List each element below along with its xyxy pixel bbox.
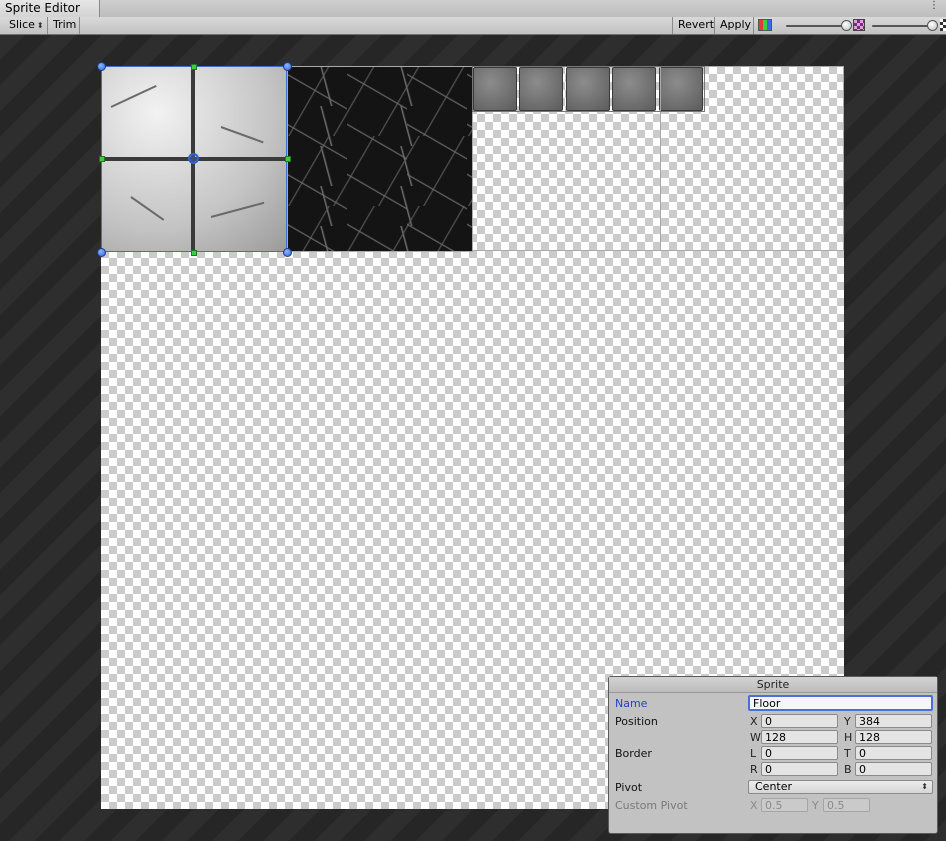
window-menu-icon[interactable]: ⋮ (928, 1, 940, 13)
custom-pivot-x-field (761, 798, 808, 812)
width-field[interactable] (761, 730, 838, 744)
r-axis-label: R (750, 763, 758, 776)
height-field[interactable] (855, 730, 932, 744)
mip-level-icon (853, 19, 865, 31)
border-top-field[interactable] (855, 746, 932, 760)
corner-handle[interactable] (283, 62, 292, 71)
custom-pivot-y-field (823, 798, 870, 812)
revert-button[interactable]: Revert (672, 17, 715, 34)
pivot-label: Pivot (615, 781, 643, 794)
cp-x-axis-label: X (750, 799, 758, 812)
sprite-small-tile[interactable] (473, 67, 517, 111)
sprite-small-tile[interactable] (659, 67, 703, 111)
name-field[interactable] (748, 695, 933, 711)
pivot-dropdown[interactable]: Center ⬍ (748, 780, 933, 794)
window-tab-sprite-editor[interactable]: Sprite Editor (0, 0, 100, 17)
name-label: Name (615, 697, 648, 710)
border-label: Border (615, 747, 652, 760)
pivot-value: Center (755, 780, 793, 793)
slice-dropdown[interactable]: Slice ⬍ (4, 17, 48, 34)
corner-handle[interactable] (97, 62, 106, 71)
x-axis-label: X (750, 715, 758, 728)
updown-arrows-icon: ⬍ (921, 782, 928, 791)
zoom-slider-track[interactable] (786, 25, 848, 27)
panel-title: Sprite (609, 677, 937, 693)
mip-slider-thumb[interactable] (926, 20, 938, 31)
position-y-field[interactable] (855, 714, 932, 728)
trim-button[interactable]: Trim (48, 17, 80, 34)
updown-arrows-icon: ⬍ (36, 21, 44, 30)
rgb-channel-toggle-icon[interactable] (758, 19, 772, 31)
corner-handle[interactable] (97, 248, 106, 257)
position-x-field[interactable] (761, 714, 838, 728)
toolbar: Slice ⬍ Trim Revert Apply (0, 17, 946, 35)
custom-pivot-label: Custom Pivot (615, 799, 688, 812)
mip-slider-track[interactable] (872, 25, 934, 27)
t-axis-label: T (844, 747, 851, 760)
alpha-toggle-icon[interactable] (940, 19, 946, 31)
h-axis-label: H (844, 731, 853, 744)
edge-handle[interactable] (99, 156, 105, 162)
sprite-inspector-panel: Sprite Name Position X Y W H Border L T … (608, 676, 938, 834)
w-axis-label: W (750, 731, 761, 744)
edge-handle[interactable] (191, 250, 197, 256)
y-axis-label: Y (844, 715, 851, 728)
l-axis-label: L (750, 747, 757, 760)
sprite-small-tile[interactable] (519, 67, 563, 111)
pivot-handle[interactable] (188, 153, 199, 164)
edge-handle[interactable] (285, 156, 291, 162)
b-axis-label: B (844, 763, 852, 776)
border-bottom-field[interactable] (855, 762, 932, 776)
position-label: Position (615, 715, 658, 728)
apply-button[interactable]: Apply (715, 17, 754, 34)
border-right-field[interactable] (761, 762, 838, 776)
cp-y-axis-label: Y (812, 799, 819, 812)
border-left-field[interactable] (761, 746, 838, 760)
corner-handle[interactable] (283, 248, 292, 257)
sprite-dark-marble-tile[interactable] (287, 66, 472, 252)
zoom-slider-thumb[interactable] (840, 20, 852, 31)
slice-label: Slice (9, 18, 35, 31)
sprite-small-tile[interactable] (612, 67, 656, 111)
sprite-small-tile[interactable] (566, 67, 610, 111)
window-tab-strip: Sprite Editor ⋮ (0, 0, 946, 18)
edge-handle[interactable] (191, 64, 197, 70)
